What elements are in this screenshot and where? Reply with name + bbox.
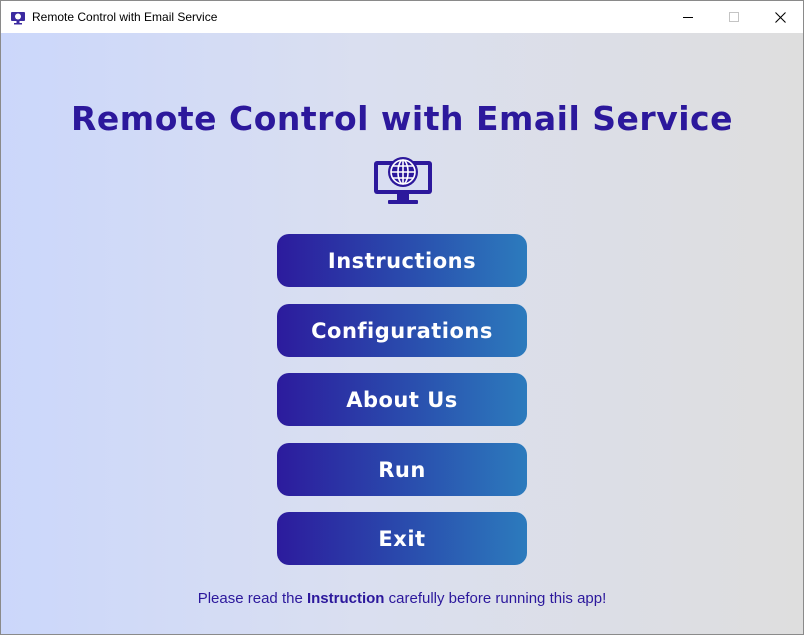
hint-emphasis: Instruction xyxy=(306,590,385,607)
minimize-icon xyxy=(683,17,693,18)
about-us-button[interactable]: About Us xyxy=(277,373,527,426)
maximize-icon xyxy=(729,12,739,22)
hint-text-start: Please read the xyxy=(197,590,307,607)
about-us-button-label: About Us xyxy=(346,387,458,412)
window-title: Remote Control with Email Service xyxy=(32,10,218,24)
maximize-button[interactable] xyxy=(711,1,757,33)
minimize-button[interactable] xyxy=(665,1,711,33)
instructions-button[interactable]: Instructions xyxy=(277,234,527,287)
configurations-button-label: Configurations xyxy=(311,318,493,343)
app-icon xyxy=(10,10,26,25)
exit-button-label: Exit xyxy=(378,526,426,551)
app-heading: Remote Control with Email Service xyxy=(71,99,733,138)
monitor-globe-icon xyxy=(372,155,434,207)
main-panel: Remote Control with Email Service Instru… xyxy=(1,33,803,634)
run-button[interactable]: Run xyxy=(277,443,527,496)
exit-button[interactable]: Exit xyxy=(277,512,527,565)
run-button-label: Run xyxy=(378,457,426,482)
instruction-hint: Please read the Instruction carefully be… xyxy=(1,590,803,607)
configurations-button[interactable]: Configurations xyxy=(277,304,527,357)
close-icon xyxy=(774,11,786,23)
app-window: Remote Control with Email Service Remote… xyxy=(0,0,804,635)
close-button[interactable] xyxy=(757,1,803,33)
hint-text-end: carefully before running this app! xyxy=(384,590,607,607)
instructions-button-label: Instructions xyxy=(327,248,477,273)
title-bar[interactable]: Remote Control with Email Service xyxy=(1,1,803,33)
